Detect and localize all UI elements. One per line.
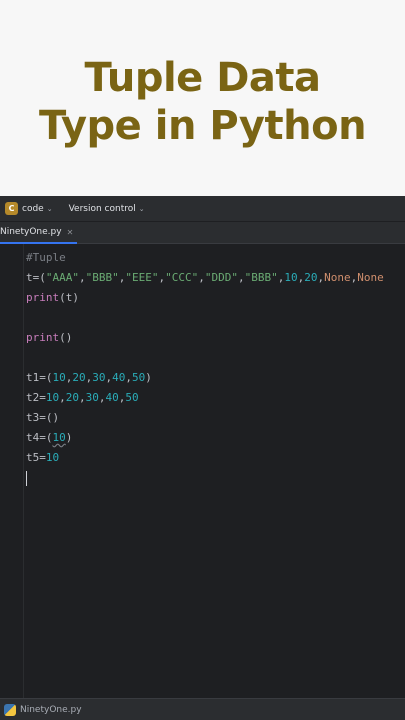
number-literal: 30 [92, 371, 106, 384]
code-token: t=( [26, 271, 46, 284]
code-line-12[interactable] [26, 468, 405, 488]
chevron-down-icon[interactable]: ⌄ [139, 205, 145, 213]
code-line-1[interactable]: #Tuple [26, 248, 405, 268]
project-selector[interactable]: code [22, 204, 44, 214]
code-token: , [238, 271, 245, 284]
code-token: t1=( [26, 371, 53, 384]
number-literal: 10 [52, 371, 66, 384]
keyword-none: None [357, 271, 384, 284]
code-token: (t) [59, 291, 79, 304]
code-line-7[interactable]: t1=(10,20,30,40,50) [26, 368, 405, 388]
code-line-3[interactable]: print(t) [26, 288, 405, 308]
code-line-11[interactable]: t5=10 [26, 448, 405, 468]
title-area: Tuple Data Type in Python [0, 0, 405, 196]
code-token: , [79, 271, 86, 284]
close-icon[interactable]: ✕ [67, 228, 74, 237]
number-literal: 30 [85, 391, 99, 404]
chevron-down-icon[interactable]: ⌄ [47, 205, 53, 213]
string-literal: "BBB" [85, 271, 119, 284]
number-literal: 20 [304, 271, 318, 284]
status-bar: NinetyOne.py [0, 698, 405, 720]
code-line-5[interactable]: print() [26, 328, 405, 348]
number-literal: 40 [105, 391, 119, 404]
code-token: ) [65, 431, 73, 444]
comma: , [125, 371, 132, 384]
code-line-9[interactable]: t3=() [26, 408, 405, 428]
code-line-4[interactable] [26, 308, 405, 328]
project-badge-icon[interactable]: C [5, 202, 18, 215]
string-literal: "BBB" [244, 271, 278, 284]
number-literal: 40 [112, 371, 126, 384]
builtin-print: print [26, 291, 60, 304]
code-line-10[interactable]: t4=(10) [26, 428, 405, 448]
number-literal: 20 [72, 371, 86, 384]
code-token: t4=( [26, 431, 53, 444]
number-literal: 20 [65, 391, 79, 404]
ide-window: C code ⌄ Version control ⌄ NinetyOne.py … [0, 196, 405, 720]
code-token: ) [145, 371, 152, 384]
number-literal: 10 [45, 451, 60, 464]
number-literal: 50 [125, 391, 139, 404]
tab-label[interactable]: NinetyOne.py [0, 227, 62, 237]
string-literal: "CCC" [165, 271, 199, 284]
builtin-print: print [26, 331, 60, 344]
keyword-none: None [324, 271, 351, 284]
string-literal: "EEE" [125, 271, 159, 284]
main-toolbar: C code ⌄ Version control ⌄ [0, 196, 405, 222]
code-token: t2= [26, 391, 46, 404]
number-literal: 10 [45, 391, 60, 404]
code-token: t5= [26, 451, 46, 464]
tab-ninetyone[interactable]: NinetyOne.py ✕ [0, 222, 78, 244]
python-file-icon [4, 703, 16, 716]
code-token: () [59, 331, 73, 344]
code-area[interactable]: #Tuple t=("AAA","BBB","EEE","CCC","DDD",… [26, 248, 405, 488]
code-line-6[interactable] [26, 348, 405, 368]
code-token: , [198, 271, 205, 284]
number-literal: 10 [284, 271, 298, 284]
version-control-menu[interactable]: Version control [69, 204, 136, 214]
title-line-1: Tuple Data [84, 55, 321, 101]
comma: , [79, 391, 86, 404]
number-literal-warning: 10 [52, 431, 66, 444]
comma: , [59, 391, 66, 404]
code-line-2[interactable]: t=("AAA","BBB","EEE","CCC","DDD","BBB",1… [26, 268, 405, 288]
title-line-2: Type in Python [38, 103, 367, 149]
code-editor[interactable]: #Tuple t=("AAA","BBB","EEE","CCC","DDD",… [0, 244, 405, 698]
line-gutter [0, 244, 24, 698]
number-literal: 50 [132, 371, 146, 384]
editor-tab-bar: NinetyOne.py ✕ [0, 222, 405, 244]
string-literal: "AAA" [45, 271, 79, 284]
code-line-8[interactable]: t2=10,20,30,40,50 [26, 388, 405, 408]
text-caret [26, 470, 27, 486]
comma: , [98, 391, 106, 404]
status-file-name[interactable]: NinetyOne.py [20, 705, 82, 715]
string-literal: "DDD" [204, 271, 238, 284]
